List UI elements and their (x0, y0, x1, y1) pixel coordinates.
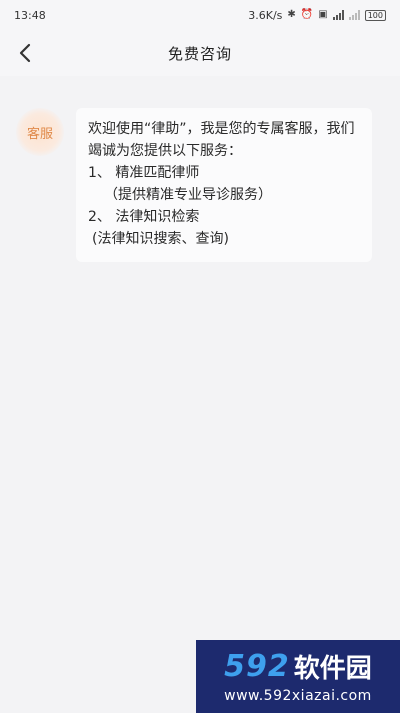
watermark: 592 软件园 www.592xiazai.com (196, 640, 400, 713)
message-item-2: 2、 法律知识检索 (88, 209, 200, 225)
status-icons: 3.6K/s ✱ ⏰ ▣ 100 (248, 9, 386, 22)
chat-area[interactable]: 客服 欢迎使用“律助”，我是您的专属客服，我们竭诚为您提供以下服务： 1、 精准… (0, 76, 400, 636)
signal-secondary-icon (348, 10, 360, 20)
mute-icon: ▣ (318, 9, 328, 20)
alarm-icon: ⏰ (300, 9, 314, 20)
back-button[interactable] (8, 36, 42, 70)
net-speed: 3.6K/s (248, 8, 283, 22)
battery-icon: 100 (364, 9, 386, 21)
message-bubble: 欢迎使用“律助”，我是您的专属客服，我们竭诚为您提供以下服务： 1、 精准匹配律… (76, 108, 372, 262)
signal-icon (332, 10, 344, 20)
chevron-left-icon (19, 43, 31, 63)
agent-avatar: 客服 (16, 108, 64, 156)
nav-bar: 免费咨询 (0, 30, 400, 76)
watermark-number: 592 (224, 648, 290, 684)
status-time: 13:48 (14, 8, 46, 22)
message-item-2-desc: (法律知识搜索、查询) (92, 231, 229, 247)
watermark-brand: 软件园 (293, 653, 372, 684)
message-item-1-desc: （提供精准专业导诊服务） (104, 187, 272, 203)
message-item-1: 1、 精准匹配律师 (88, 165, 200, 181)
status-bar: 13:48 3.6K/s ✱ ⏰ ▣ 100 (0, 0, 400, 30)
bluetooth-icon: ✱ (287, 9, 296, 20)
watermark-url: www.592xiazai.com (224, 688, 372, 704)
agent-avatar-label: 客服 (26, 126, 53, 142)
page-title: 免费咨询 (167, 44, 232, 63)
message-intro: 欢迎使用“律助”，我是您的专属客服，我们竭诚为您提供以下服务： (88, 121, 355, 159)
watermark-logo: 592 软件园 (196, 646, 400, 686)
